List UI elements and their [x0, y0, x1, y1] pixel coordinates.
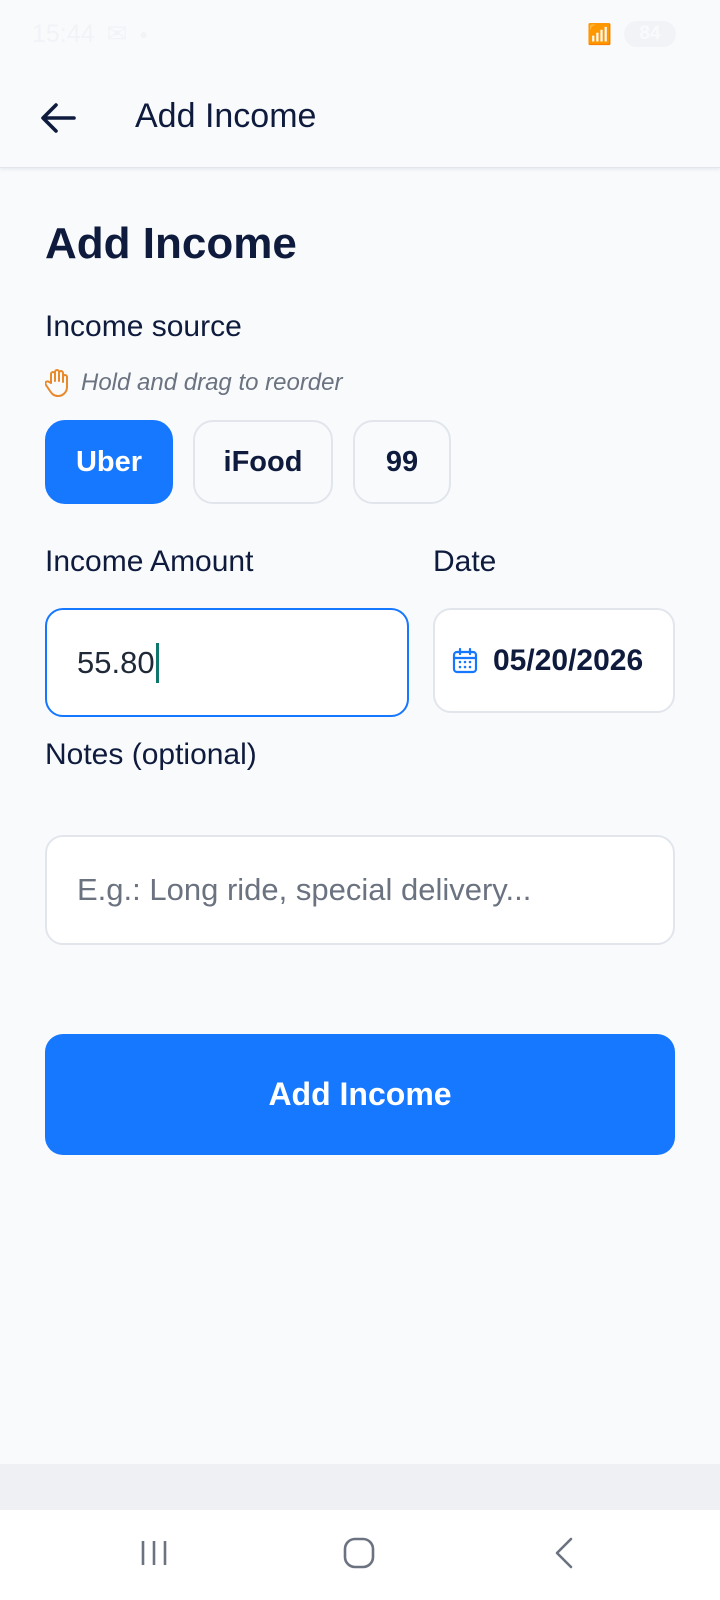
back-arrow-icon — [41, 103, 76, 133]
amount-input[interactable]: 55.80 — [45, 608, 409, 717]
status-time: 15:44 — [32, 19, 95, 48]
battery-level: 84 — [624, 21, 676, 47]
income-source-chips: Uber iFood 99 — [45, 420, 451, 504]
status-left: 15:44 ✉ ● — [32, 19, 148, 49]
reorder-hint-text: Hold and drag to reorder — [81, 369, 343, 396]
notes-label: Notes (optional) — [45, 738, 257, 771]
nav-back-icon — [555, 1537, 573, 1569]
nav-back-button[interactable] — [534, 1528, 594, 1578]
system-nav-bar — [0, 1510, 720, 1600]
page-title: Add Income — [45, 219, 297, 268]
home-button[interactable] — [329, 1528, 389, 1578]
app-bar: Add Income — [0, 68, 720, 168]
source-chip-uber[interactable]: Uber — [45, 420, 173, 504]
wifi-icon: 📶 — [587, 23, 612, 46]
recents-button[interactable] — [124, 1528, 184, 1578]
hand-icon — [45, 369, 68, 397]
date-picker[interactable]: 05/20/2026 — [433, 608, 675, 713]
app-bar-title: Add Income — [135, 97, 317, 135]
date-value: 05/20/2026 — [493, 643, 644, 677]
calendar-icon — [452, 647, 478, 673]
notes-placeholder: E.g.: Long ride, special delivery... — [77, 872, 532, 907]
source-chip-ifood[interactable]: iFood — [193, 420, 333, 504]
notes-input[interactable]: E.g.: Long ride, special delivery... — [45, 835, 675, 945]
mail-icon: ✉ — [106, 20, 128, 48]
back-button[interactable] — [28, 88, 88, 148]
add-income-button[interactable]: Add Income — [45, 1034, 675, 1155]
home-icon — [343, 1537, 375, 1569]
notification-dot-icon: ● — [139, 26, 148, 42]
status-bar: 15:44 ✉ ● 📶 84 — [0, 0, 720, 68]
date-label: Date — [433, 545, 497, 578]
source-chip-99[interactable]: 99 — [353, 420, 451, 504]
reorder-hint: Hold and drag to reorder — [45, 368, 343, 398]
amount-value: 55.80 — [77, 644, 155, 680]
recents-icon — [141, 1541, 167, 1565]
income-source-label: Income source — [45, 310, 242, 343]
status-right: 📶 84 — [587, 21, 676, 47]
amount-label: Income Amount — [45, 545, 254, 578]
text-cursor — [155, 642, 159, 683]
bottom-strip — [0, 1464, 720, 1510]
